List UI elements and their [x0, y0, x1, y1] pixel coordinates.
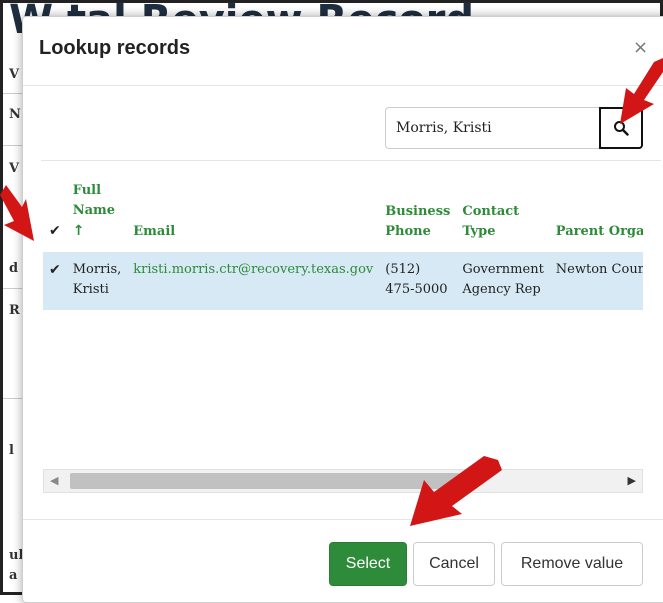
- cell-parent-organization: Newton County: [551, 252, 643, 310]
- background-fragment: N: [9, 107, 21, 122]
- dialog-header: Lookup records ×: [23, 17, 663, 86]
- dialog-footer-divider: [23, 519, 663, 520]
- scroll-left-icon[interactable]: ◀: [50, 474, 58, 487]
- table-header-row: ✔ Full Name ↑ Email Business Phone Contac…: [43, 177, 643, 252]
- background-fragment: l: [9, 443, 14, 458]
- background-fragment: V: [9, 67, 20, 82]
- search-icon: [614, 121, 629, 136]
- search-input[interactable]: [385, 107, 599, 149]
- background-fragment: V: [9, 161, 20, 176]
- check-icon: ✔: [49, 262, 61, 278]
- results-grid: ✔ Full Name ↑ Email Business Phone Contac…: [43, 177, 643, 447]
- cell-email[interactable]: kristi.morris.ctr@recovery.texas.gov: [129, 252, 382, 310]
- select-button[interactable]: Select: [329, 542, 407, 586]
- remove-value-button[interactable]: Remove value: [501, 542, 643, 586]
- background-fragment: a: [9, 568, 18, 583]
- column-header-full-name[interactable]: Full Name ↑: [69, 177, 130, 252]
- column-header-business-phone[interactable]: Business Phone: [381, 177, 458, 252]
- row-checkbox[interactable]: ✔: [43, 252, 69, 310]
- check-icon: ✔: [49, 223, 61, 239]
- email-link[interactable]: kristi.morris.ctr@recovery.texas.gov: [133, 262, 373, 277]
- scrollbar-thumb[interactable]: [70, 473, 460, 489]
- dialog-title: Lookup records: [39, 37, 191, 59]
- cell-contact-type: Government Agency Rep: [458, 252, 552, 310]
- column-header-parent-organization[interactable]: Parent Organiz: [552, 177, 643, 252]
- cell-business-phone: (512) 475-5000: [381, 252, 459, 310]
- search-button[interactable]: [599, 107, 643, 149]
- divider: [41, 160, 661, 161]
- cell-full-name: Morris, Kristi: [68, 252, 130, 310]
- horizontal-scrollbar[interactable]: ◀ ▶: [43, 469, 643, 493]
- table-row[interactable]: ✔ Morris, Kristi kristi.morris.ctr@recov…: [43, 252, 643, 310]
- lookup-records-dialog: Lookup records × ✔ Full Name ↑ Email Busi…: [22, 16, 663, 603]
- select-all-checkbox[interactable]: ✔: [43, 177, 69, 252]
- close-button[interactable]: ×: [633, 37, 648, 58]
- column-header-contact-type[interactable]: Contact Type: [458, 177, 551, 252]
- column-header-label: Full Name: [72, 183, 116, 218]
- background-fragment: R: [9, 303, 20, 318]
- results-table: ✔ Full Name ↑ Email Business Phone Contac…: [43, 177, 643, 310]
- scroll-right-icon[interactable]: ▶: [628, 474, 636, 487]
- cancel-button[interactable]: Cancel: [413, 542, 495, 586]
- background-fragment: d: [9, 261, 19, 276]
- sort-ascending-icon: ↑: [72, 223, 85, 239]
- column-header-email[interactable]: Email: [129, 177, 381, 252]
